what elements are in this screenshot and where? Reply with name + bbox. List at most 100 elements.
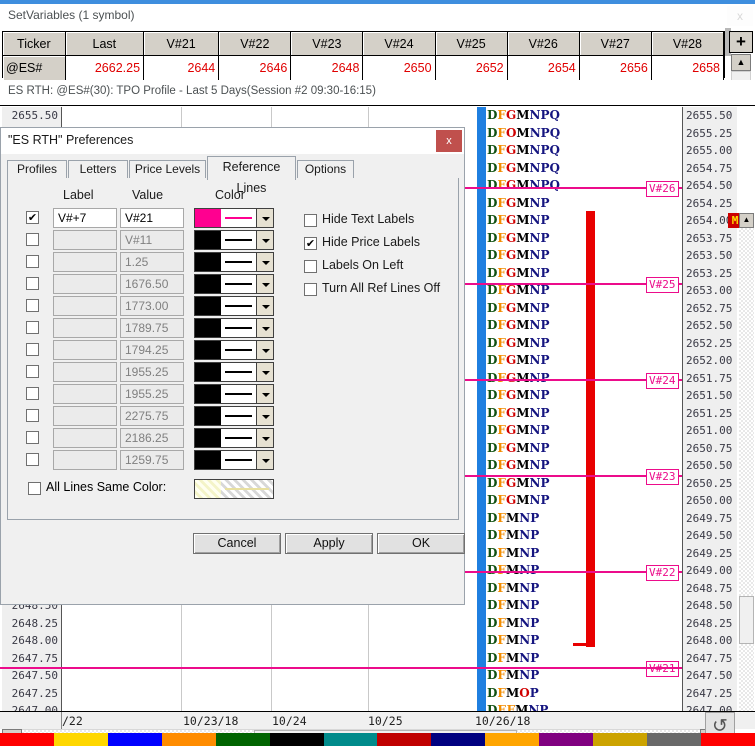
reference-line-label[interactable]: V#24 <box>646 373 679 389</box>
tab-price-levels[interactable]: Price Levels <box>129 160 206 178</box>
ticker-col-header[interactable]: Ticker <box>3 32 66 56</box>
reference-line-color-picker[interactable] <box>194 274 274 294</box>
option-label[interactable]: Hide Price Labels <box>322 235 420 249</box>
ticker-col-header[interactable]: Last <box>65 32 145 56</box>
chevron-down-icon[interactable] <box>256 253 273 271</box>
palette-swatch[interactable] <box>323 733 378 746</box>
reference-line-label-input[interactable] <box>53 318 117 338</box>
palette-swatch[interactable] <box>161 733 216 746</box>
ticker-col-header[interactable]: V#27 <box>579 32 652 56</box>
reference-line-value-input[interactable]: V#11 <box>120 230 184 250</box>
palette-swatch[interactable] <box>593 733 648 746</box>
ticker-col-header[interactable]: V#25 <box>435 32 508 56</box>
ticker-col-header[interactable]: V#24 <box>362 32 436 56</box>
reference-line-label-input[interactable] <box>53 274 117 294</box>
reference-line-enable-checkbox[interactable]: ✔ <box>26 211 39 224</box>
reference-line-color-picker[interactable] <box>194 450 274 470</box>
reference-line-label-input[interactable] <box>53 252 117 272</box>
reference-line-color-picker[interactable] <box>194 252 274 272</box>
table-row[interactable]: @ES# 2662.25 2644 2646 2648 2650 2652 2654 2656 2… <box>3 55 725 80</box>
palette-swatch[interactable] <box>53 733 108 746</box>
reference-line-value-input[interactable]: 1955.25 <box>120 362 184 382</box>
reference-line-label[interactable]: V#25 <box>646 277 679 293</box>
chevron-down-icon[interactable] <box>256 407 273 425</box>
reference-line-value-input[interactable]: 1789.75 <box>120 318 184 338</box>
palette-swatch[interactable] <box>539 733 594 746</box>
reference-line-enable-checkbox[interactable] <box>26 321 39 334</box>
option-checkbox[interactable] <box>304 214 317 227</box>
ticker-col-header[interactable]: V#23 <box>290 32 364 56</box>
palette-swatch[interactable] <box>647 733 701 746</box>
ticker-value-cell[interactable]: 2658 <box>651 55 725 80</box>
chart-vscroll-track-lower[interactable] <box>739 644 754 711</box>
reference-line-enable-checkbox[interactable] <box>26 343 39 356</box>
reference-line-enable-checkbox[interactable] <box>26 233 39 246</box>
tab-letters[interactable]: Letters <box>68 160 128 178</box>
reference-line-color-picker[interactable] <box>194 340 274 360</box>
tab-profiles[interactable]: Profiles <box>7 160 67 178</box>
ticker-col-header[interactable]: V#28 <box>651 32 725 56</box>
chevron-down-icon[interactable] <box>256 209 273 227</box>
reference-line-label-input[interactable] <box>53 362 117 382</box>
reference-line-value-input[interactable]: 2186.25 <box>120 428 184 448</box>
palette-swatch[interactable] <box>107 733 162 746</box>
chart-vscroll-track-upper[interactable] <box>739 228 754 596</box>
reference-line-enable-checkbox[interactable] <box>26 299 39 312</box>
ok-button[interactable]: OK <box>377 533 465 554</box>
reference-line-value-input[interactable]: 1794.25 <box>120 340 184 360</box>
reference-line-label-input[interactable] <box>53 428 117 448</box>
dialog-close-button[interactable]: x <box>436 130 462 152</box>
reference-line-label-input[interactable] <box>53 450 117 470</box>
ticker-value-cell[interactable]: 2654 <box>507 55 580 80</box>
reference-line-enable-checkbox[interactable] <box>26 409 39 422</box>
reference-line-label-input[interactable] <box>53 340 117 360</box>
reference-line-value-input[interactable]: 1.25 <box>120 252 184 272</box>
reference-line-enable-checkbox[interactable] <box>26 453 39 466</box>
reference-line-enable-checkbox[interactable] <box>26 431 39 444</box>
reference-line-label[interactable]: V#26 <box>646 181 679 197</box>
palette-swatch[interactable] <box>485 733 540 746</box>
ticker-value-cell[interactable]: 2648 <box>290 55 364 80</box>
reference-line-value-input[interactable]: 1955.25 <box>120 384 184 404</box>
ticker-value-cell[interactable]: 2652 <box>435 55 508 80</box>
option-label[interactable]: Hide Text Labels <box>322 212 414 226</box>
color-palette-strip[interactable] <box>0 733 755 746</box>
reference-line-label-input[interactable] <box>53 296 117 316</box>
chevron-down-icon[interactable] <box>256 385 273 403</box>
reference-line-label[interactable]: V#23 <box>646 469 679 485</box>
reference-line-value-input[interactable]: 1773.00 <box>120 296 184 316</box>
chevron-down-icon[interactable] <box>256 231 273 249</box>
all-lines-same-color-checkbox[interactable] <box>28 482 41 495</box>
chevron-down-icon[interactable] <box>256 297 273 315</box>
chevron-down-icon[interactable] <box>256 319 273 337</box>
option-checkbox[interactable] <box>304 260 317 273</box>
reference-line-value-input[interactable]: V#21 <box>120 208 184 228</box>
reference-line-color-picker[interactable] <box>194 318 274 338</box>
palette-swatch[interactable] <box>215 733 270 746</box>
reference-line-value-input[interactable]: 2275.75 <box>120 406 184 426</box>
grid-scroll-up-button[interactable]: ▲ <box>731 54 751 71</box>
ticker-col-header[interactable]: V#21 <box>143 32 220 56</box>
chart-scroll-up-button[interactable]: ▲ <box>739 213 754 228</box>
reference-line-label-input[interactable] <box>53 406 117 426</box>
tab-reference-lines[interactable]: Reference Lines <box>207 156 296 195</box>
reference-line-value-input[interactable]: 1676.50 <box>120 274 184 294</box>
reference-line-label-input[interactable] <box>53 230 117 250</box>
reference-line-value-input[interactable]: 1259.75 <box>120 450 184 470</box>
reference-line-color-picker[interactable] <box>194 362 274 382</box>
tab-options[interactable]: Options <box>297 160 354 178</box>
chevron-down-icon[interactable] <box>256 341 273 359</box>
ticker-col-header[interactable]: V#22 <box>218 32 292 56</box>
option-label[interactable]: Labels On Left <box>322 258 403 272</box>
palette-swatch[interactable] <box>431 733 486 746</box>
option-checkbox[interactable] <box>304 283 317 296</box>
reference-line-color-picker[interactable] <box>194 230 274 250</box>
reference-line-label-input[interactable]: V#+7 <box>53 208 117 228</box>
chevron-down-icon[interactable] <box>256 363 273 381</box>
apply-button[interactable]: Apply <box>285 533 373 554</box>
option-label[interactable]: Turn All Ref Lines Off <box>322 281 440 295</box>
chevron-down-icon[interactable] <box>256 429 273 447</box>
reference-line-enable-checkbox[interactable] <box>26 277 39 290</box>
reference-line-label[interactable]: V#22 <box>646 565 679 581</box>
ticker-symbol-cell[interactable]: @ES# <box>3 55 66 80</box>
